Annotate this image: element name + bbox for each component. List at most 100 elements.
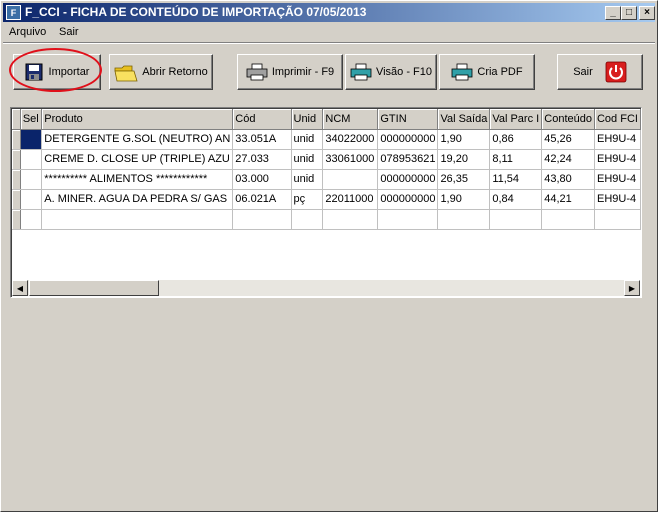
table-cell[interactable]: 27.033 xyxy=(232,149,292,170)
cria-pdf-button[interactable]: Cria PDF xyxy=(439,54,535,90)
table-cell[interactable] xyxy=(41,209,234,230)
table-cell[interactable]: 000000000 xyxy=(377,189,439,210)
select-cell[interactable] xyxy=(20,129,43,150)
print-preview-icon xyxy=(350,63,372,81)
column-header[interactable]: Val Parc I xyxy=(489,109,543,130)
table-cell[interactable]: 078953621 xyxy=(377,149,439,170)
app-icon: F xyxy=(6,5,21,20)
sair-button[interactable]: Sair xyxy=(557,54,643,90)
table-cell[interactable]: 03.000 xyxy=(232,169,292,190)
table-cell[interactable]: pç xyxy=(291,189,324,210)
visao-button[interactable]: Visão - F10 xyxy=(345,54,437,90)
maximize-button[interactable]: □ xyxy=(621,6,637,20)
table-cell[interactable]: 1,90 xyxy=(437,129,491,150)
horizontal-scrollbar[interactable]: ◀ ▶ xyxy=(12,280,640,296)
importar-label: Importar xyxy=(48,66,90,78)
row-indicator[interactable] xyxy=(12,189,21,210)
table-cell[interactable]: 06.021A xyxy=(232,189,292,210)
printer-icon xyxy=(246,63,268,81)
table-cell[interactable]: EH9U-4 xyxy=(594,149,641,170)
floppy-disk-icon xyxy=(25,63,45,81)
table-cell[interactable]: 8,11 xyxy=(489,149,543,170)
table-cell[interactable]: unid xyxy=(291,169,324,190)
table-cell[interactable]: 33.051A xyxy=(232,129,292,150)
table-cell[interactable] xyxy=(594,209,641,230)
table-cell[interactable]: DETERGENTE G.SOL (NEUTRO) AN xyxy=(41,129,234,150)
table-cell[interactable]: 0,84 xyxy=(489,189,543,210)
visao-label: Visão - F10 xyxy=(375,66,433,78)
row-indicator[interactable] xyxy=(12,209,21,230)
select-cell[interactable] xyxy=(20,209,43,230)
table-cell[interactable]: 45,26 xyxy=(541,129,595,150)
row-indicator[interactable] xyxy=(12,169,21,190)
menu-bar: Arquivo Sair xyxy=(3,23,655,41)
table-cell[interactable]: 42,24 xyxy=(541,149,595,170)
table-cell[interactable] xyxy=(322,209,379,230)
scroll-thumb[interactable] xyxy=(29,280,159,296)
table-cell[interactable]: 44,21 xyxy=(541,189,595,210)
scroll-right-icon[interactable]: ▶ xyxy=(624,280,640,296)
table-cell[interactable]: 34022000 xyxy=(322,129,379,150)
imprimir-button[interactable]: Imprimir - F9 xyxy=(237,54,343,90)
select-cell[interactable] xyxy=(20,169,43,190)
sair-label: Sair xyxy=(573,66,593,78)
table-cell[interactable] xyxy=(437,209,491,230)
table-cell[interactable]: 19,20 xyxy=(437,149,491,170)
column-header[interactable]: Val Saída xyxy=(437,109,491,130)
title-bar[interactable]: F F_CCI - FICHA DE CONTEÚDO DE IMPORTAÇÃ… xyxy=(3,3,655,22)
grid-header-row: Sel Produto Cód Unid NCM GTIN Val Saída … xyxy=(12,109,641,130)
table-cell[interactable] xyxy=(489,209,543,230)
importar-button[interactable]: Importar xyxy=(13,54,101,90)
table-cell[interactable] xyxy=(291,209,324,230)
select-cell[interactable] xyxy=(20,149,43,170)
table-cell[interactable]: EH9U-4 xyxy=(594,169,641,190)
imprimir-label: Imprimir - F9 xyxy=(271,66,335,78)
row-indicator[interactable] xyxy=(12,149,21,170)
table-cell[interactable]: A. MINER. AGUA DA PEDRA S/ GAS xyxy=(41,189,234,210)
table-row[interactable]: DETERGENTE G.SOL (NEUTRO) AN 33.051A unid 3… xyxy=(12,129,641,150)
column-header[interactable]: Cód xyxy=(232,109,292,130)
table-cell[interactable]: 43,80 xyxy=(541,169,595,190)
row-indicator[interactable] xyxy=(12,129,21,150)
close-button[interactable]: × xyxy=(639,6,655,20)
column-header[interactable]: Sel xyxy=(20,109,43,130)
table-cell[interactable]: unid xyxy=(291,149,324,170)
table-cell[interactable] xyxy=(541,209,595,230)
table-cell[interactable]: 22011000 xyxy=(322,189,379,210)
grid-table: Sel Produto Cód Unid NCM GTIN Val Saída … xyxy=(12,109,641,230)
minimize-button[interactable]: _ xyxy=(605,6,621,20)
table-cell[interactable]: 33061000 xyxy=(322,149,379,170)
table-row[interactable] xyxy=(12,209,641,230)
column-header[interactable]: NCM xyxy=(322,109,379,130)
abrir-retorno-label: Abrir Retorno xyxy=(142,66,208,78)
table-cell[interactable]: CREME D. CLOSE UP (TRIPLE) AZU xyxy=(41,149,234,170)
table-cell[interactable] xyxy=(322,169,379,190)
table-cell[interactable]: 000000000 xyxy=(377,169,439,190)
table-cell[interactable]: EH9U-4 xyxy=(594,189,641,210)
table-row[interactable]: CREME D. CLOSE UP (TRIPLE) AZU 27.033 unid… xyxy=(12,149,641,170)
table-cell[interactable]: 1,90 xyxy=(437,189,491,210)
table-row[interactable]: ********** ALIMENTOS ************ 03.000 u… xyxy=(12,169,641,190)
table-cell[interactable]: 11,54 xyxy=(489,169,543,190)
table-row[interactable]: A. MINER. AGUA DA PEDRA S/ GAS 06.021A pç 2… xyxy=(12,189,641,210)
column-header[interactable]: Conteúdo xyxy=(541,109,595,130)
table-cell[interactable]: 26,35 xyxy=(437,169,491,190)
menu-arquivo[interactable]: Arquivo xyxy=(9,26,46,38)
menu-sair[interactable]: Sair xyxy=(59,26,79,38)
table-cell[interactable]: 0,86 xyxy=(489,129,543,150)
table-cell[interactable] xyxy=(377,209,439,230)
abrir-retorno-button[interactable]: Abrir Retorno xyxy=(109,54,213,90)
cria-pdf-label: Cria PDF xyxy=(477,66,523,78)
scroll-left-icon[interactable]: ◀ xyxy=(12,280,28,296)
table-cell[interactable]: EH9U-4 xyxy=(594,129,641,150)
table-cell[interactable]: unid xyxy=(291,129,324,150)
column-header[interactable]: GTIN xyxy=(377,109,439,130)
table-cell[interactable]: ********** ALIMENTOS ************ xyxy=(41,169,234,190)
column-header[interactable]: Cod FCI xyxy=(594,109,641,130)
column-header[interactable]: Produto xyxy=(41,109,234,130)
table-cell[interactable] xyxy=(232,209,292,230)
select-cell[interactable] xyxy=(20,189,43,210)
column-header[interactable]: Unid xyxy=(291,109,324,130)
table-cell[interactable]: 000000000 xyxy=(377,129,439,150)
data-grid[interactable]: Sel Produto Cód Unid NCM GTIN Val Saída … xyxy=(10,107,642,298)
